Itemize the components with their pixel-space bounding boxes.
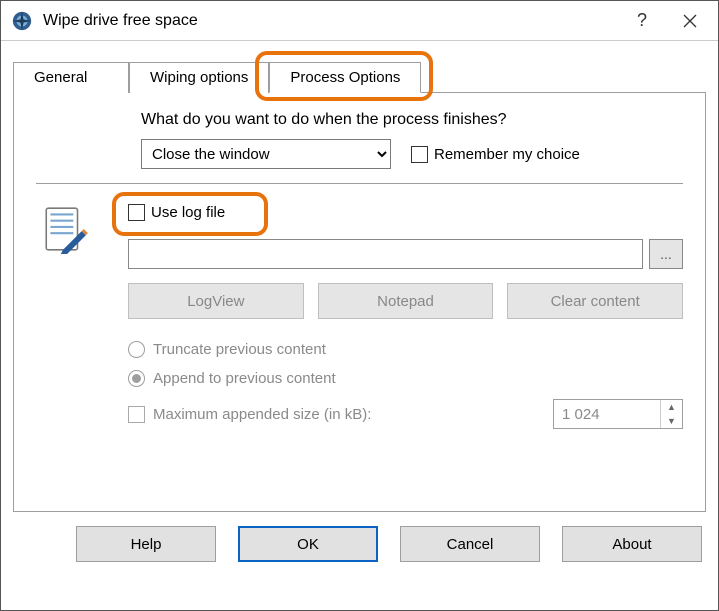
tab-wiping-options[interactable]: Wiping options (129, 62, 269, 93)
ok-button[interactable]: OK (238, 526, 378, 562)
dialog-content: General Wiping options Process Options W… (1, 41, 718, 574)
checkbox-box-icon (128, 204, 145, 221)
max-size-value: 1 024 (554, 400, 660, 428)
use-log-file-checkbox[interactable]: Use log file (128, 204, 225, 221)
app-icon (11, 10, 33, 32)
tab-process-options[interactable]: Process Options (269, 62, 421, 93)
use-log-file-label: Use log file (151, 204, 225, 221)
titlebar: Wipe drive free space ? (1, 1, 718, 41)
notepad-button[interactable]: Notepad (318, 283, 494, 319)
chevron-up-icon[interactable]: ▲ (661, 400, 682, 414)
checkbox-box-icon (128, 406, 145, 423)
tab-panel-process-options: What do you want to do when the process … (13, 92, 706, 512)
radio-truncate-label: Truncate previous content (153, 341, 326, 358)
spinner-arrows: ▲ ▼ (660, 400, 682, 428)
radio-append-label: Append to previous content (153, 370, 336, 387)
about-button[interactable]: About (562, 526, 702, 562)
close-button[interactable] (666, 1, 714, 41)
chevron-down-icon[interactable]: ▼ (661, 414, 682, 428)
tab-general[interactable]: General (13, 62, 129, 93)
radio-truncate[interactable]: Truncate previous content (128, 341, 683, 358)
logview-button[interactable]: LogView (128, 283, 304, 319)
checkbox-box-icon (411, 146, 428, 163)
radio-icon (128, 370, 145, 387)
window-title: Wipe drive free space (43, 12, 618, 30)
max-size-spinner[interactable]: 1 024 ▲ ▼ (553, 399, 683, 429)
radio-icon (128, 341, 145, 358)
remember-choice-label: Remember my choice (434, 146, 580, 163)
finish-action-select[interactable]: Close the window (141, 139, 391, 169)
dialog-footer: Help OK Cancel About (13, 526, 706, 562)
tabstrip: General Wiping options Process Options (13, 62, 706, 93)
help-button-footer[interactable]: Help (76, 526, 216, 562)
help-button[interactable]: ? (618, 1, 666, 41)
radio-append[interactable]: Append to previous content (128, 370, 683, 387)
finish-action-heading: What do you want to do when the process … (141, 111, 683, 129)
clear-content-button[interactable]: Clear content (507, 283, 683, 319)
cancel-button[interactable]: Cancel (400, 526, 540, 562)
log-file-icon (40, 204, 90, 254)
separator (36, 183, 683, 184)
log-file-path-input[interactable] (128, 239, 643, 269)
remember-choice-checkbox[interactable]: Remember my choice (411, 146, 580, 163)
browse-button[interactable]: ... (649, 239, 683, 269)
max-size-label: Maximum appended size (in kB): (153, 406, 371, 423)
